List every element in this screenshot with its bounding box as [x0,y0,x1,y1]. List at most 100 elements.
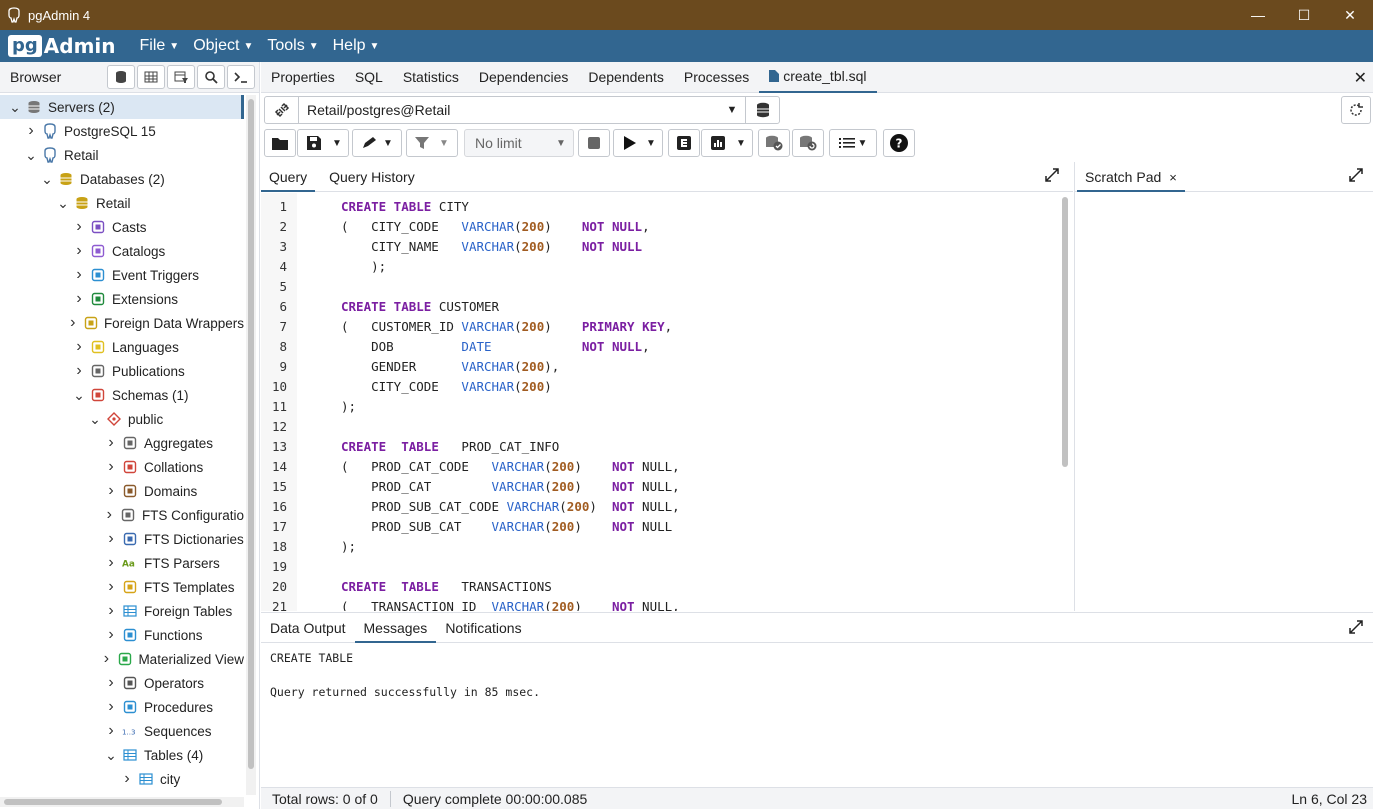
chevron-right-icon[interactable]: › [72,291,86,307]
tree-item[interactable]: › Collations [0,455,244,479]
chevron-down-icon[interactable]: ⌄ [8,100,22,114]
commit-button[interactable] [758,129,790,157]
macros-button[interactable]: ▼ [829,129,877,157]
edit-button[interactable]: ▼ [352,129,402,157]
tab-statistics[interactable]: Statistics [393,62,469,93]
tree-item[interactable]: › PostgreSQL 15 [0,119,244,143]
chevron-right-icon[interactable]: › [66,315,79,331]
refresh-button[interactable] [1341,96,1371,124]
tree-item[interactable]: ⌄ Retail [0,191,244,215]
tree-item[interactable]: › Foreign Tables [0,599,244,623]
tree-item[interactable]: › Aggregates [0,431,244,455]
expand-icon[interactable] [1045,168,1059,182]
tab-processes[interactable]: Processes [674,62,759,93]
chevron-right-icon[interactable]: › [104,699,118,715]
expand-icon[interactable] [1349,168,1363,182]
connection-status-icon[interactable] [265,97,299,123]
help-button[interactable]: ? [883,129,915,157]
tab-notifications[interactable]: Notifications [436,613,530,643]
tree-item[interactable]: ⌄ Schemas (1) [0,383,244,407]
chevron-down-icon[interactable]: ⌄ [88,412,102,426]
tree-vertical-scrollbar[interactable] [246,95,256,795]
row-limit-select[interactable]: No limit ▼ [464,129,574,157]
tree-item[interactable]: ⌄ public [0,407,244,431]
tab-data-output[interactable]: Data Output [261,613,355,643]
tree-item[interactable]: ⌄ Servers (2) [0,95,244,119]
execute-button[interactable]: ▼ [613,129,663,157]
tab-dependents[interactable]: Dependents [578,62,674,93]
chevron-right-icon[interactable]: › [100,651,113,667]
chevron-right-icon[interactable]: › [104,603,118,619]
chevron-down-icon[interactable]: ⌄ [40,172,54,186]
connection-selector[interactable]: Retail/postgres@Retail ▼ [264,96,780,124]
search-button[interactable] [197,65,225,89]
tab-properties[interactable]: Properties [261,62,345,93]
explain-analyze-button[interactable]: ▼ [701,129,753,157]
chevron-right-icon[interactable]: › [104,555,118,571]
save-file-button[interactable]: ▼ [297,129,349,157]
chevron-right-icon[interactable]: › [72,363,86,379]
chevron-right-icon[interactable]: › [72,339,86,355]
tree-item[interactable]: › Event Triggers [0,263,244,287]
menu-tools[interactable]: Tools ▼ [267,37,318,55]
rollback-button[interactable] [792,129,824,157]
chevron-right-icon[interactable]: › [104,483,118,499]
tree-horizontal-scrollbar[interactable] [0,797,244,807]
close-window-button[interactable]: ✕ [1327,0,1373,30]
tab-messages[interactable]: Messages [354,613,437,643]
tab-create-tbl-sql[interactable]: create_tbl.sql [759,62,877,93]
tree-item[interactable]: ⌄ Databases (2) [0,167,244,191]
tree-item[interactable]: › Procedures [0,695,244,719]
tree-item[interactable]: › 1..3 Sequences [0,719,244,743]
chevron-right-icon[interactable]: › [24,123,38,139]
tree-item[interactable]: › FTS Configuratio [0,503,244,527]
menu-object[interactable]: Object ▼ [193,37,253,55]
tree-item[interactable]: › Operators [0,671,244,695]
tab-dependencies[interactable]: Dependencies [469,62,579,93]
stop-button[interactable] [578,129,610,157]
tree-item[interactable]: › Languages [0,335,244,359]
tree-item[interactable]: › Extensions [0,287,244,311]
chevron-right-icon[interactable]: › [120,771,134,787]
tree-item[interactable]: › FTS Templates [0,575,244,599]
tab-query[interactable]: Query [261,162,316,192]
tree-item[interactable]: › Catalogs [0,239,244,263]
tree-item[interactable]: › FTS Dictionaries [0,527,244,551]
chevron-down-icon[interactable]: ⌄ [24,148,38,162]
tab-sql[interactable]: SQL [345,62,393,93]
chevron-right-icon[interactable]: › [104,675,118,691]
tab-query-history[interactable]: Query History [321,162,423,192]
tree-item[interactable]: ⌄ Tables (4) [0,743,244,767]
chevron-right-icon[interactable]: › [104,435,118,451]
query-tool-button[interactable] [107,65,135,89]
tree-item[interactable]: › Foreign Data Wrappers [0,311,244,335]
filtered-rows-button[interactable] [167,65,195,89]
tree-item[interactable]: › Publications [0,359,244,383]
chevron-right-icon[interactable]: › [72,267,86,283]
chevron-right-icon[interactable]: › [104,723,118,739]
view-data-button[interactable] [137,65,165,89]
chevron-right-icon[interactable]: › [72,243,86,259]
chevron-right-icon[interactable]: › [72,219,86,235]
tree-item[interactable]: ⌄ Retail [0,143,244,167]
close-tab-icon[interactable]: ✕ [1354,68,1367,88]
chevron-right-icon[interactable]: › [104,579,118,595]
chevron-right-icon[interactable]: › [104,459,118,475]
chevron-down-icon[interactable]: ⌄ [72,388,86,402]
open-file-button[interactable] [264,129,296,157]
filter-button[interactable]: ▼ [406,129,458,157]
tree-item[interactable]: › Casts [0,215,244,239]
menu-file[interactable]: File ▼ [140,37,180,55]
expand-icon[interactable] [1349,620,1363,634]
psql-tool-button[interactable] [227,65,255,89]
chevron-down-icon[interactable]: ▼ [719,104,745,116]
close-icon[interactable]: × [1169,170,1177,185]
tree-item[interactable]: › city [0,767,244,791]
menu-help[interactable]: Help ▼ [333,37,380,55]
tree-item[interactable]: › Materialized View [0,647,244,671]
chevron-down-icon[interactable]: ⌄ [56,196,70,210]
chevron-right-icon[interactable]: › [104,531,118,547]
chevron-right-icon[interactable]: › [102,507,116,523]
editor-scrollbar[interactable] [1059,193,1071,611]
chevron-down-icon[interactable]: ⌄ [104,748,118,762]
